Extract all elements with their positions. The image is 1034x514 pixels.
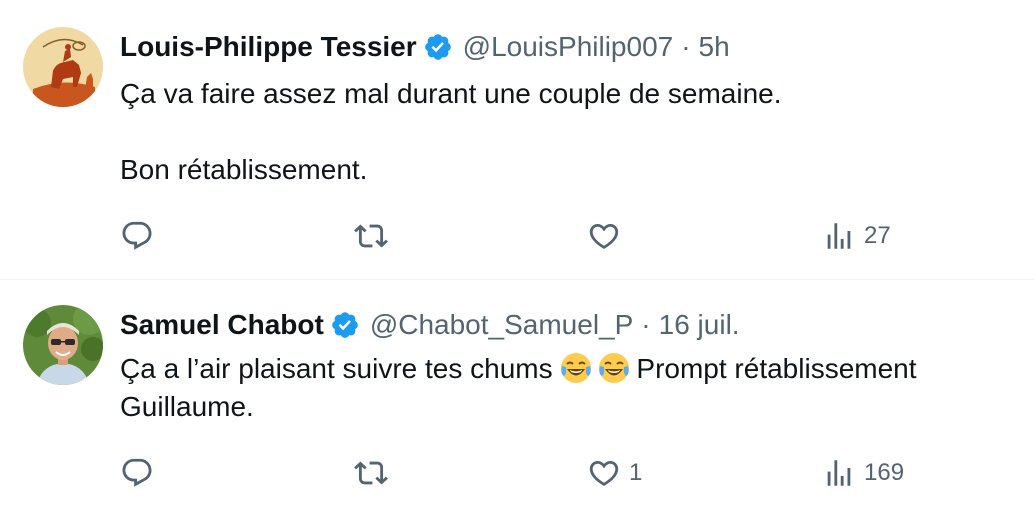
like-count: 1	[629, 459, 643, 486]
verified-badge-icon	[330, 310, 360, 340]
retweet-button[interactable]	[354, 453, 396, 493]
views-chart-icon	[822, 456, 856, 490]
separator: ·	[641, 309, 651, 340]
face-with-tears-of-joy-icon	[598, 352, 630, 384]
retweet-button[interactable]	[354, 216, 396, 256]
tweet-text-part: Ça a l’air plaisant suivre tes chums	[120, 353, 561, 384]
views-button[interactable]: 169	[822, 453, 904, 493]
like-button[interactable]: 1	[587, 453, 642, 493]
tweet[interactable]: Louis-Philippe Tessier @LouisPhilip007 ·…	[0, 0, 1034, 280]
verified-badge-icon	[423, 32, 453, 62]
reply-icon	[120, 219, 154, 253]
author-handle[interactable]: @LouisPhilip007	[463, 31, 674, 63]
tweet-text-line: Ça va faire assez mal durant une couple …	[120, 78, 782, 109]
views-chart-icon	[822, 219, 856, 253]
author-name[interactable]: Louis-Philippe Tessier	[120, 31, 417, 63]
views-button[interactable]: 27	[822, 216, 891, 256]
tweet-header: Louis-Philippe Tessier @LouisPhilip007 ·…	[120, 27, 730, 67]
author-handle[interactable]: @Chabot_Samuel_P	[370, 309, 633, 341]
retweet-icon	[354, 456, 388, 490]
heart-icon	[587, 219, 621, 253]
tweet-text: Ça a l’air plaisant suivre tes chums Pro…	[120, 350, 1020, 426]
separator: ·	[681, 31, 691, 62]
timestamp[interactable]: 5h	[699, 31, 730, 63]
tweet-text: Ça va faire assez mal durant une couple …	[120, 75, 1020, 189]
tweet-text-line: Bon rétablissement.	[120, 154, 368, 185]
view-count: 27	[864, 222, 891, 249]
view-count: 169	[864, 459, 905, 486]
timestamp[interactable]: 16 juil.	[659, 309, 740, 341]
face-with-tears-of-joy-icon	[560, 352, 592, 384]
avatar[interactable]	[23, 27, 103, 107]
author-name[interactable]: Samuel Chabot	[120, 309, 324, 341]
heart-icon	[587, 456, 621, 490]
reply-button[interactable]	[120, 453, 162, 493]
avatar[interactable]	[23, 305, 103, 385]
tweet[interactable]: Samuel Chabot @Chabot_Samuel_P · 16 juil…	[0, 280, 1034, 514]
retweet-icon	[354, 219, 388, 253]
tweet-actions: 27	[120, 216, 920, 256]
like-button[interactable]	[587, 216, 629, 256]
tweet-header: Samuel Chabot @Chabot_Samuel_P · 16 juil…	[120, 305, 740, 345]
reply-icon	[120, 456, 154, 490]
tweet-actions: 1 169	[120, 453, 920, 493]
reply-button[interactable]	[120, 216, 162, 256]
